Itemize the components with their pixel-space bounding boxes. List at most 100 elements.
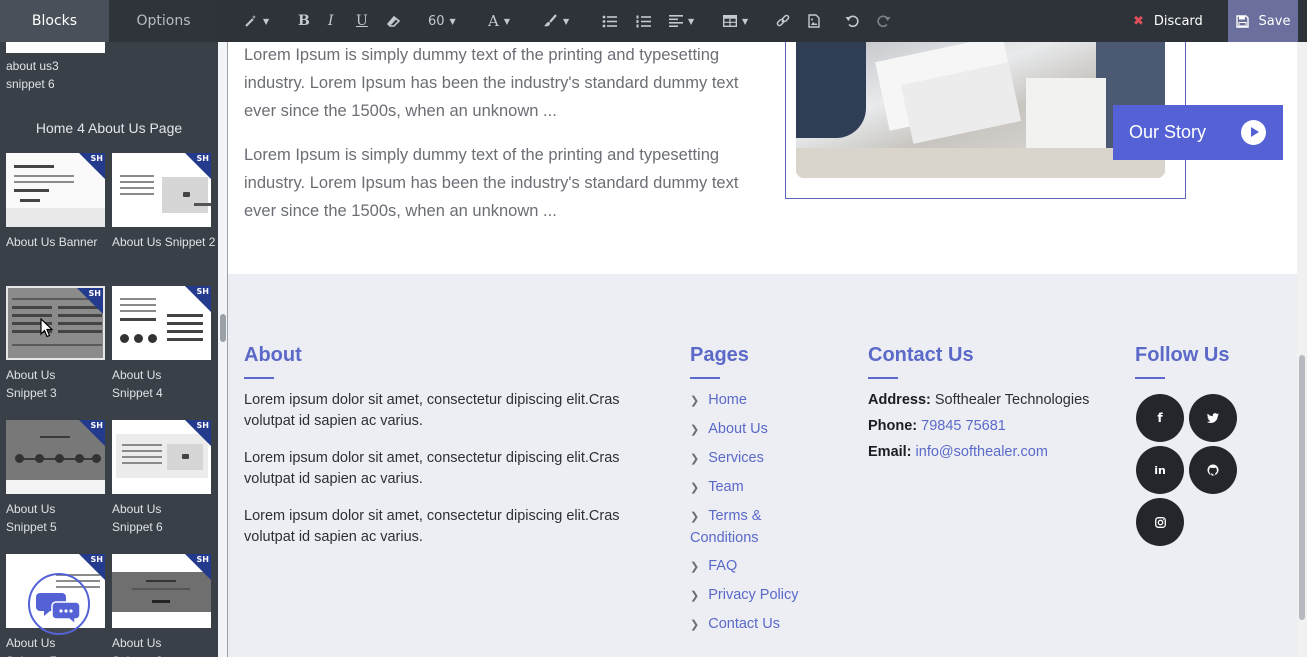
github-icon[interactable]: [1189, 446, 1237, 494]
twitter-icon[interactable]: [1189, 394, 1237, 442]
snippet-label: About Us Snippet 7: [6, 636, 57, 657]
heading-underline: [244, 377, 274, 379]
chevron-right-icon: ❯: [690, 482, 700, 494]
footer-link-privacy-policy[interactable]: ❯ Privacy Policy: [690, 585, 798, 607]
sidebar-resize-handle[interactable]: [220, 314, 226, 342]
bold-button[interactable]: B: [298, 0, 310, 42]
our-story-button[interactable]: Our Story: [1113, 105, 1283, 160]
font-color-dropdown[interactable]: A ▼: [488, 0, 510, 42]
live-chat-button[interactable]: [28, 573, 90, 635]
undo-button[interactable]: [845, 0, 859, 42]
chevron-down-icon: ▼: [688, 16, 695, 26]
redo-icon: [877, 15, 891, 28]
footer-about-text: Lorem ipsum dolor sit amet, consectetur …: [244, 508, 620, 545]
snippet-thumbnail-about-banner[interactable]: SH: [6, 153, 105, 227]
snippet-sidebar: Blocks Options about us3 snippet 6 Home …: [0, 0, 218, 657]
list-ul-icon: [602, 15, 617, 27]
align-left-icon: [669, 15, 683, 27]
chevron-down-icon: ▼: [449, 16, 456, 26]
instagram-icon[interactable]: [1136, 498, 1184, 546]
floppy-disk-icon: [1235, 14, 1249, 28]
snippet-thumbnail-about-snippet-8[interactable]: SH: [112, 554, 211, 628]
phone-link[interactable]: 79845 75681: [921, 418, 1006, 434]
our-story-label: Our Story: [1129, 122, 1207, 142]
snippet-label: About Us Snippet 6: [112, 502, 163, 534]
linkedin-icon[interactable]: in: [1136, 446, 1184, 494]
chevron-right-icon: ❯: [690, 424, 700, 436]
editor-toolbar: ▼ B I U 60 ▼ A ▼ ▼ ▼ ▼ ✖ Discard Save: [218, 0, 1307, 42]
contact-address: Address: Softhealer Technologies: [868, 392, 1090, 408]
font-size-dropdown[interactable]: 60 ▼: [428, 0, 456, 42]
chevron-right-icon: ❯: [690, 395, 700, 407]
snippet-thumbnail-about-snippet-3[interactable]: SH: [6, 286, 105, 360]
link-button[interactable]: [776, 0, 790, 42]
snippet-label: About Us Snippet 2: [112, 235, 216, 249]
footer-link-home[interactable]: ❯ Home: [690, 390, 747, 412]
magic-wand-dropdown[interactable]: ▼: [244, 0, 269, 42]
footer-link-contact-us[interactable]: ❯ Contact Us: [690, 614, 780, 636]
chevron-down-icon: ▼: [503, 16, 510, 26]
font-size-value: 60: [428, 13, 445, 29]
snippet-list[interactable]: about us3 snippet 6 Home 4 About Us Page…: [0, 42, 218, 657]
mouse-cursor-icon: [40, 318, 54, 338]
page-scrollbar[interactable]: [1297, 42, 1307, 657]
save-button[interactable]: Save: [1228, 0, 1298, 42]
media-button[interactable]: [808, 0, 820, 42]
list-ol-icon: [636, 15, 651, 27]
link-icon: [776, 14, 790, 27]
facebook-icon[interactable]: f: [1136, 394, 1184, 442]
save-label: Save: [1258, 13, 1291, 29]
snippet-thumbnail-about-snippet-6[interactable]: SH: [112, 420, 211, 494]
underline-button[interactable]: U: [356, 0, 368, 42]
email-link[interactable]: info@softhealer.com: [916, 444, 1048, 460]
contact-phone: Phone: 79845 75681: [868, 418, 1006, 434]
footer-link-faq[interactable]: ❯ FAQ: [690, 556, 737, 578]
footer-link-terms[interactable]: ❯ Terms & Conditions: [690, 506, 790, 549]
chevron-right-icon: ❯: [690, 590, 700, 602]
sidebar-divider: [218, 42, 228, 657]
footer-pages-heading: Pages: [690, 344, 749, 366]
footer-about-text: Lorem ipsum dolor sit amet, consectetur …: [244, 450, 620, 487]
footer: About Lorem ipsum dolor sit amet, consec…: [228, 274, 1297, 657]
snippet-label: About Us Banner: [6, 235, 98, 249]
eraser-button[interactable]: [386, 0, 401, 42]
chevron-right-icon: ❯: [690, 561, 700, 573]
table-dropdown[interactable]: ▼: [723, 0, 748, 42]
contact-email: Email: info@softhealer.com: [868, 444, 1048, 460]
snippet-thumbnail-about-snippet-2[interactable]: SH: [112, 153, 211, 227]
bullet-list-button[interactable]: [602, 0, 617, 42]
background-color-dropdown[interactable]: ▼: [543, 0, 569, 42]
play-icon: [1241, 120, 1266, 145]
footer-follow-heading: Follow Us: [1135, 344, 1230, 366]
close-icon: ✖: [1133, 13, 1144, 29]
heading-underline: [690, 377, 720, 379]
snippet-label: About Us Snippet 5: [6, 502, 57, 534]
discard-label: Discard: [1153, 13, 1203, 29]
redo-button[interactable]: [877, 0, 891, 42]
footer-link-team[interactable]: ❯ Team: [690, 477, 744, 499]
undo-icon: [845, 15, 859, 28]
footer-link-about-us[interactable]: ❯ About Us: [690, 419, 768, 441]
eraser-icon: [386, 15, 401, 27]
about-paragraph-1[interactable]: Lorem Ipsum is simply dummy text of the …: [244, 42, 754, 125]
page-canvas[interactable]: Lorem Ipsum is simply dummy text of the …: [228, 42, 1297, 657]
table-icon: [723, 15, 737, 27]
font-color-icon: A: [488, 12, 499, 30]
discard-button[interactable]: ✖ Discard: [1133, 0, 1228, 42]
footer-link-services[interactable]: ❯ Services: [690, 448, 764, 470]
snippet-thumbnail-about-snippet-5[interactable]: SH: [6, 420, 105, 494]
about-paragraph-2[interactable]: Lorem Ipsum is simply dummy text of the …: [244, 141, 754, 225]
chevron-down-icon: ▼: [742, 16, 749, 26]
numbered-list-button[interactable]: [636, 0, 651, 42]
meeting-photo[interactable]: [796, 42, 1165, 178]
about-section: Lorem Ipsum is simply dummy text of the …: [228, 42, 1297, 274]
align-dropdown[interactable]: ▼: [669, 0, 694, 42]
tab-options[interactable]: Options: [109, 0, 218, 42]
tab-blocks[interactable]: Blocks: [0, 0, 109, 42]
italic-button[interactable]: I: [328, 0, 334, 42]
scrollbar-thumb[interactable]: [1299, 355, 1305, 620]
snippet-label: About Us Snippet 4: [112, 368, 163, 400]
snippet-thumbnail-about-snippet-4[interactable]: SH: [112, 286, 211, 360]
snippet-thumbnail[interactable]: [6, 42, 105, 53]
sidebar-tabs: Blocks Options: [0, 0, 218, 42]
